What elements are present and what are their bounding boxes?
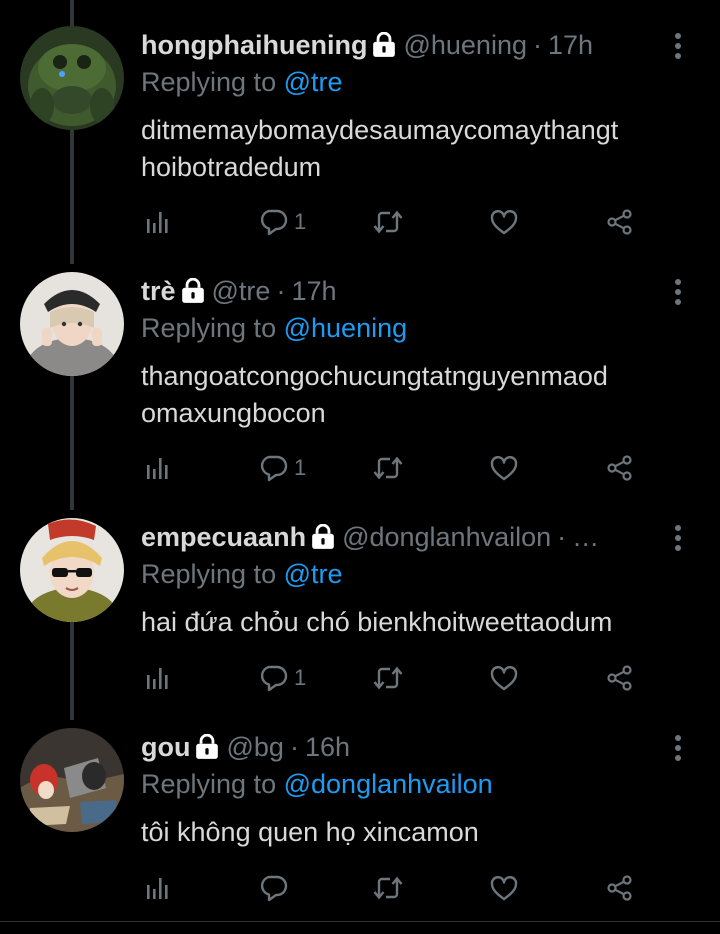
tweet-text: ditmemaybomaydesaumaycomaythangt hoibotr… [141, 115, 619, 182]
share-button[interactable] [605, 202, 635, 242]
display-name[interactable]: gou [141, 732, 190, 763]
more-options-icon[interactable] [665, 524, 691, 552]
analytics-icon [147, 668, 168, 689]
like-icon [490, 666, 518, 691]
retweet-icon [373, 456, 403, 480]
display-name[interactable]: empecuaanh [141, 522, 306, 553]
display-name[interactable]: trè [141, 276, 176, 307]
tweet[interactable]: empecuaanh @donglanhvailon · … Replying … [0, 518, 720, 702]
more-options-icon[interactable] [665, 278, 691, 306]
retweet-button[interactable] [373, 448, 403, 488]
action-bar [141, 868, 701, 908]
lock-icon [196, 734, 219, 759]
handle[interactable]: @tre [212, 276, 271, 307]
divider [0, 921, 720, 922]
share-button[interactable] [605, 868, 635, 908]
reply-icon [260, 665, 288, 692]
like-button[interactable] [489, 868, 519, 908]
replying-to: Replying to @tre [141, 556, 701, 592]
replying-to: Replying to @tre [141, 64, 701, 100]
tweet-text: tôi không quen họ xincamon [141, 817, 479, 847]
separator-dot: · [276, 275, 286, 306]
replying-to-mention[interactable]: @huening [284, 313, 408, 343]
reply-icon [260, 875, 288, 902]
avatar[interactable] [20, 272, 124, 376]
handle[interactable]: @donglanhvailon [342, 522, 551, 553]
analytics-button[interactable] [143, 868, 173, 908]
avatar[interactable] [20, 518, 124, 622]
action-bar: 1 [141, 202, 701, 242]
replying-to-mention[interactable]: @tre [284, 559, 343, 589]
more-options-icon[interactable] [665, 734, 691, 762]
retweet-button[interactable] [373, 658, 403, 698]
reply-icon [260, 209, 288, 236]
tweet[interactable]: trè @tre · 17h Replying to @huening than… [0, 272, 720, 492]
replying-to-label: Replying to [141, 313, 277, 343]
analytics-button[interactable] [143, 448, 173, 488]
action-bar: 1 [141, 658, 701, 698]
avatar[interactable] [20, 728, 124, 832]
reply-icon [260, 455, 288, 482]
like-icon [490, 210, 518, 235]
reply-thread: hongphaihuening @huening · 17h Replying … [0, 0, 720, 934]
share-icon [607, 665, 632, 691]
avatar[interactable] [20, 26, 124, 130]
reply-button[interactable]: 1 [258, 448, 306, 488]
separator-dot: · [532, 29, 542, 60]
replying-to-label: Replying to [141, 67, 277, 97]
retweet-icon [373, 876, 403, 900]
replying-to-mention[interactable]: @tre [284, 67, 343, 97]
like-button[interactable] [489, 448, 519, 488]
replying-to-label: Replying to [141, 769, 277, 799]
replying-to-mention[interactable]: @donglanhvailon [284, 769, 493, 799]
replying-to: Replying to @donglanhvailon [141, 766, 701, 802]
retweet-button[interactable] [373, 868, 403, 908]
tweet[interactable]: hongphaihuening @huening · 17h Replying … [0, 26, 720, 246]
analytics-icon [147, 212, 168, 233]
timestamp[interactable]: … [572, 522, 599, 553]
lock-icon [181, 278, 204, 303]
share-button[interactable] [605, 658, 635, 698]
like-icon [490, 456, 518, 481]
retweet-button[interactable] [373, 202, 403, 242]
reply-button[interactable]: 1 [258, 658, 306, 698]
like-button[interactable] [489, 658, 519, 698]
reply-count: 1 [294, 209, 307, 234]
handle[interactable]: @bg [226, 732, 283, 763]
reply-count: 1 [294, 455, 307, 480]
more-options-icon[interactable] [665, 32, 691, 60]
action-bar: 1 [141, 448, 701, 488]
lock-icon [373, 32, 396, 57]
timestamp[interactable]: 16h [305, 732, 350, 763]
tweet-text: thangoatcongochucungtatnguyenmaod omaxun… [141, 361, 608, 428]
replying-to-label: Replying to [141, 559, 277, 589]
analytics-icon [147, 458, 168, 479]
analytics-icon [147, 878, 168, 899]
analytics-button[interactable] [143, 658, 173, 698]
share-button[interactable] [605, 448, 635, 488]
display-name[interactable]: hongphaihuening [141, 30, 367, 61]
like-icon [490, 876, 518, 901]
thread-line [70, 0, 74, 26]
handle[interactable]: @huening [403, 30, 527, 61]
retweet-icon [373, 666, 403, 690]
lock-icon [312, 524, 334, 549]
share-icon [607, 209, 632, 235]
timestamp[interactable]: 17h [291, 276, 336, 307]
reply-count: 1 [294, 665, 307, 690]
reply-button[interactable] [258, 868, 294, 908]
reply-button[interactable]: 1 [258, 202, 306, 242]
retweet-icon [373, 210, 403, 234]
share-icon [607, 455, 632, 481]
tweet-text: hai đứa chỏu chó bienkhoitweettaodum [141, 607, 613, 637]
timestamp[interactable]: 17h [548, 30, 593, 61]
replying-to: Replying to @huening [141, 310, 701, 346]
tweet[interactable]: gou @bg · 16h Replying to @donglanhvailo… [0, 728, 720, 912]
like-button[interactable] [489, 202, 519, 242]
separator-dot: · [289, 731, 299, 762]
share-icon [607, 875, 632, 901]
separator-dot: · [557, 521, 567, 552]
analytics-button[interactable] [143, 202, 173, 242]
